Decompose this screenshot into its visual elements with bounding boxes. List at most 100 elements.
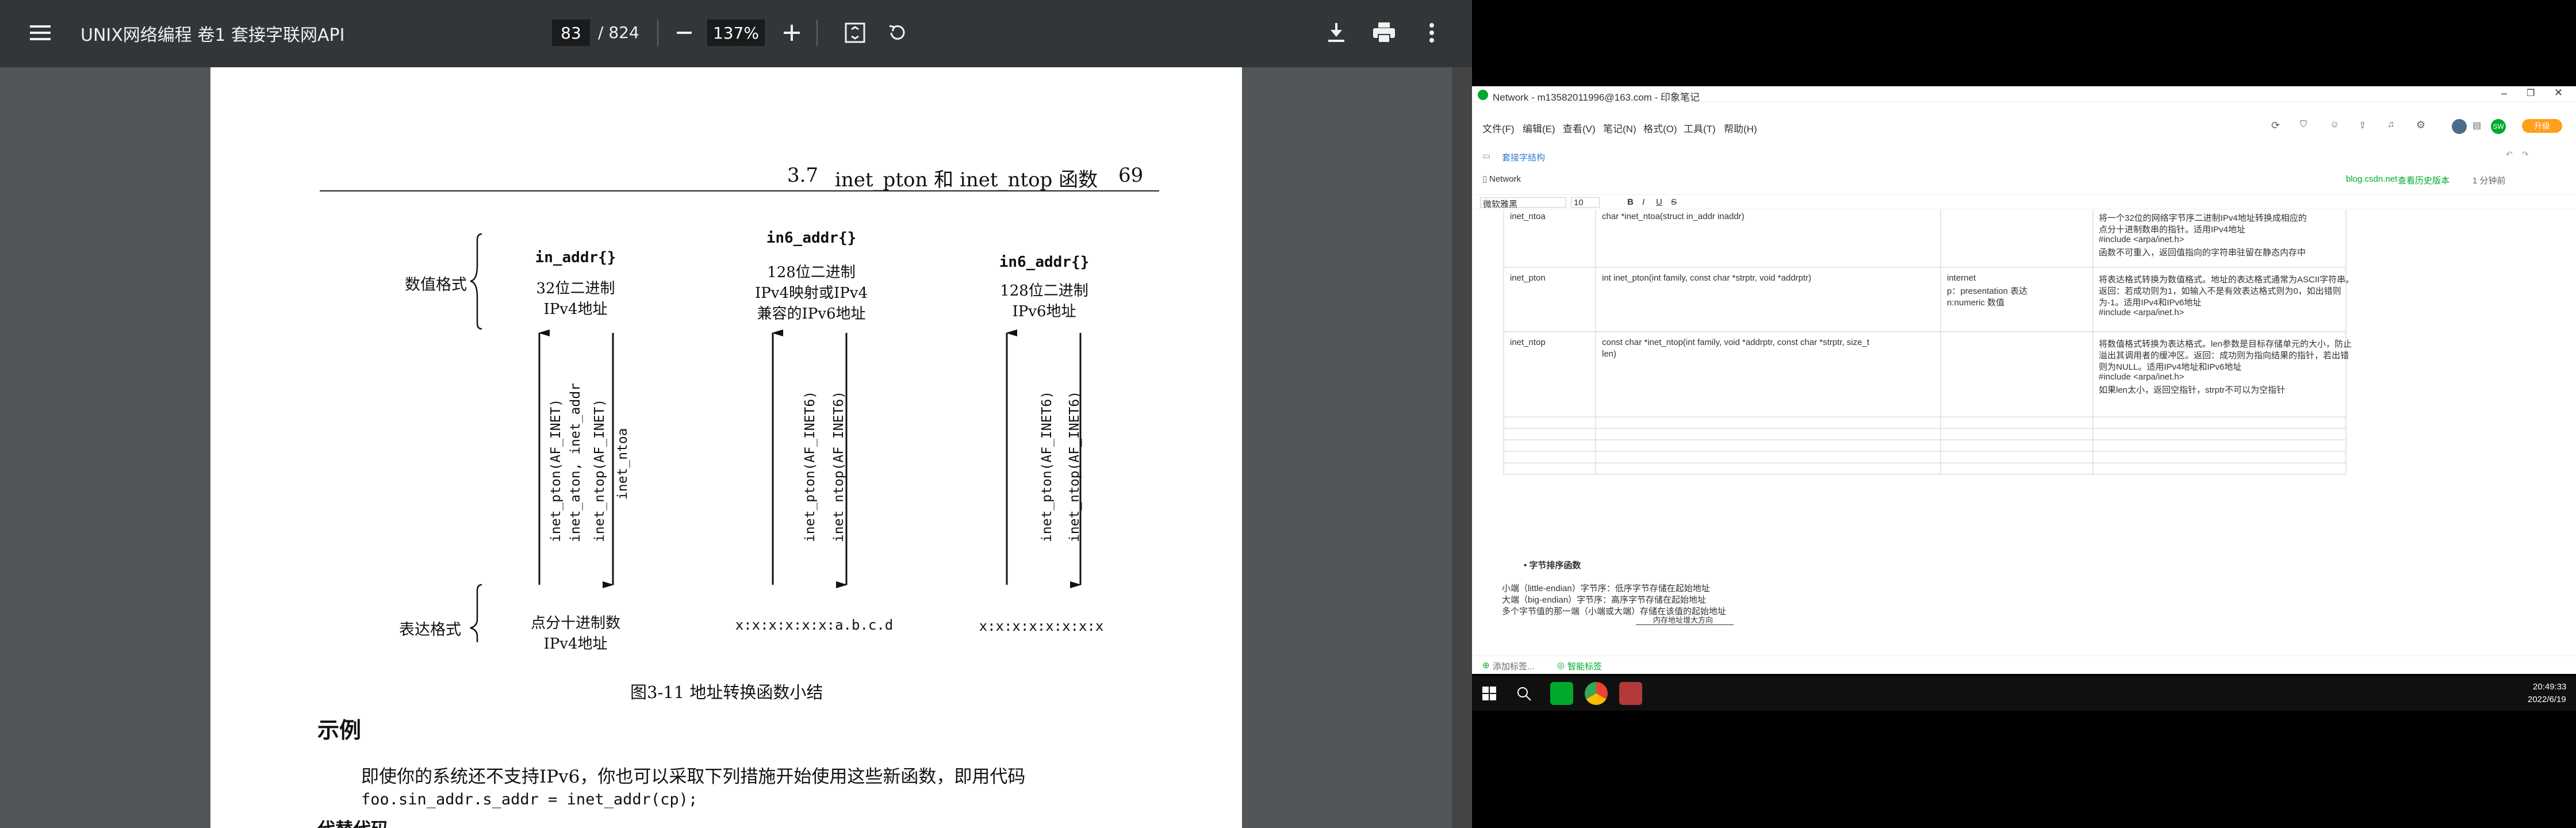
- table-cell-name: inet_pton: [1510, 273, 1546, 283]
- col2-line3: 兼容的IPv6地址: [757, 305, 866, 323]
- menu-view[interactable]: 查看(V): [1563, 121, 1596, 135]
- gear-icon[interactable]: ⚙: [2416, 119, 2425, 131]
- evernote-taskbar-icon[interactable]: [1550, 682, 1573, 705]
- bold-icon[interactable]: B: [1627, 197, 1634, 207]
- col3-struct: in6_addr{}: [999, 254, 1090, 271]
- table-cell-desc: 将一个32位的网络字节序二进制IPv4地址转换成相应的: [2099, 213, 2307, 223]
- italic-icon[interactable]: I: [1642, 197, 1644, 207]
- zoom-input[interactable]: 137%: [707, 20, 765, 46]
- table-cell-proto: const char *inet_ntop(int family, void *…: [1602, 338, 1869, 347]
- pdf-scrollbar[interactable]: [1452, 67, 1472, 828]
- menu-note[interactable]: 笔记(N): [1603, 121, 1636, 135]
- table-cell-desc: 点分十进制数串的指针。适用IPv4地址: [2099, 225, 2246, 235]
- underline-icon[interactable]: U: [1656, 197, 1662, 207]
- upgrade-button[interactable]: 升级: [2522, 119, 2562, 133]
- undo-icon[interactable]: ↶: [2506, 150, 2513, 159]
- table-cell-name: inet_ntop: [1510, 338, 1546, 347]
- table-cell-desc: 为-1。适用IPv4和IPv6地址: [2099, 298, 2202, 308]
- table-cell-extra: p：presentation 表达: [1947, 286, 2028, 296]
- smart-tag-icon: ◎: [1557, 661, 1565, 670]
- tag-add[interactable]: 添加标签...: [1493, 660, 1535, 672]
- shield-icon[interactable]: ⛉: [2300, 120, 2307, 130]
- table-cell-desc: 将表达格式转换为数值格式。地址的表达格式通常为ASCII字符串。: [2099, 275, 2355, 285]
- menu-file[interactable]: 文件(F): [1482, 121, 1515, 135]
- bullet-heading-text: 字节排序函数: [1529, 561, 1581, 570]
- body-text: 即使你的系统还不支持IPv6，你也可以采取下列措施开始使用这些新函数，即用代码: [361, 766, 1026, 787]
- notebook-icon: ▯: [1482, 174, 1488, 184]
- history-button[interactable]: 查看历史版本: [2398, 174, 2450, 186]
- col1-up-fn2: inet_aton, inet_addr: [568, 383, 583, 542]
- menu-tools[interactable]: 工具(T): [1684, 121, 1716, 135]
- menu-help[interactable]: 帮助(H): [1724, 121, 1757, 135]
- notebook-selector[interactable]: Network: [1489, 174, 1521, 184]
- user-avatar[interactable]: SW: [2491, 119, 2506, 134]
- redo-icon[interactable]: ↷: [2522, 150, 2529, 159]
- table-cell-desc: 函数不可重入，返回值指向的字符串驻留在静态内存中: [2099, 248, 2306, 258]
- row-label-numeric: 数值格式: [405, 276, 467, 294]
- zoom-out-icon[interactable]: [668, 17, 700, 49]
- clock-date: 2022/6/19: [2528, 695, 2566, 704]
- profile-avatar[interactable]: [2452, 119, 2467, 134]
- table-cell-proto: char *inet_ntoa(struct in_addr inaddr): [1602, 212, 1745, 221]
- col3-bottom: x:x:x:x:x:x:x:x: [979, 618, 1104, 634]
- menu-edit[interactable]: 编辑(E): [1523, 121, 1555, 135]
- app-taskbar-icon[interactable]: [1619, 682, 1642, 705]
- font-select[interactable]: 微软雅黑: [1480, 197, 1566, 209]
- share-icon[interactable]: ⇪: [2359, 120, 2366, 131]
- reading-time: 1 分钟前: [2472, 176, 2506, 186]
- chrome-taskbar-icon[interactable]: [1585, 682, 1608, 705]
- document-title: UNIX网络编程 卷1 套接字联网API: [80, 25, 345, 45]
- window-title: Network - m13582011996@163.com - 印象笔记: [1493, 92, 1700, 103]
- bullet-heading: • 字节排序函数: [1524, 561, 1581, 570]
- pdf-page: 3.7 inet_pton 和 inet_ntop 函数 69 数值格式 表达格…: [210, 67, 1242, 828]
- col3-up-fn: inet_pton(AF_INET6): [1040, 390, 1055, 542]
- note-icon: ▭: [1482, 151, 1491, 161]
- maximize-icon[interactable]: ❐: [2527, 87, 2535, 99]
- app-logo-icon: [1478, 90, 1488, 100]
- menu-format[interactable]: 格式(O): [1643, 121, 1677, 135]
- download-icon[interactable]: [1320, 17, 1352, 49]
- help-icon[interactable]: ☺: [2330, 120, 2339, 130]
- upgrade-label: 升级: [2534, 121, 2550, 131]
- strikethrough-icon[interactable]: S: [1671, 197, 1677, 207]
- page-number-input[interactable]: 83: [552, 20, 590, 46]
- col1-up-fn1: inet_pton(AF_INET): [549, 398, 564, 542]
- tag-bar: ⊕ 添加标签... ◎ 智能标签: [1472, 656, 2576, 673]
- table-cell-name: inet_ntoa: [1510, 212, 1546, 221]
- zoom-in-icon[interactable]: [776, 17, 808, 49]
- taskbar: 20:49:33 2022/6/19: [1472, 676, 2576, 711]
- col3-down-fn: inet_ntop(AF_INET6): [1067, 390, 1082, 542]
- cut-line: 代替代码: [317, 815, 389, 828]
- col1-bottom-line1: 点分十进制数: [530, 615, 620, 632]
- more-icon[interactable]: [1416, 17, 1448, 49]
- toolbar-divider: [816, 20, 818, 46]
- source-link[interactable]: blog.csdn.net: [2346, 174, 2397, 184]
- col2-struct: in6_addr{}: [766, 229, 857, 247]
- close-icon[interactable]: ✕: [2554, 87, 2563, 99]
- bell-icon[interactable]: ♫: [2387, 120, 2394, 130]
- arrow-label: 内存地址增大方向: [1653, 616, 1713, 624]
- font-size-select[interactable]: 10: [1571, 197, 1600, 208]
- note-table: [1503, 210, 2347, 475]
- search-icon[interactable]: [1516, 685, 1532, 702]
- menu-icon[interactable]: [24, 17, 56, 49]
- clock-time: 20:49:33: [2533, 682, 2567, 692]
- table-cell-desc: 则为NULL。适用IPv4地址和IPv6地址: [2099, 362, 2242, 372]
- row-label-presentation: 表达格式: [399, 621, 461, 639]
- breadcrumb-link[interactable]: 套接字结构: [1502, 151, 1545, 163]
- print-icon[interactable]: [1368, 17, 1400, 49]
- fit-page-icon[interactable]: [839, 17, 871, 49]
- figure-caption: 图3-11 地址转换函数小结: [630, 683, 823, 702]
- col2-down-fn: inet_ntop(AF_INET6): [831, 390, 846, 542]
- rotate-icon[interactable]: [881, 17, 913, 49]
- table-cell-desc: 返回：若成功则为1，如输入不是有效表达格式则为0，如出错则: [2099, 286, 2341, 296]
- windows-start-icon[interactable]: [1482, 687, 1496, 700]
- sync-icon[interactable]: ⟳: [2271, 120, 2280, 132]
- col1-line1: 32位二进制: [536, 280, 615, 297]
- notebook-stack-icon[interactable]: ▤: [2472, 120, 2481, 131]
- minimize-icon[interactable]: –: [2501, 87, 2507, 99]
- smart-tag[interactable]: 智能标签: [1567, 660, 1602, 672]
- col1-down-fn2: inet_ntoa: [615, 428, 630, 500]
- note-window: Network - m13582011996@163.com - 印象笔记 – …: [1472, 86, 2576, 674]
- byte-order-line: 小端（little-endian）字节序：低序字节存储在起始地址: [1502, 584, 1710, 593]
